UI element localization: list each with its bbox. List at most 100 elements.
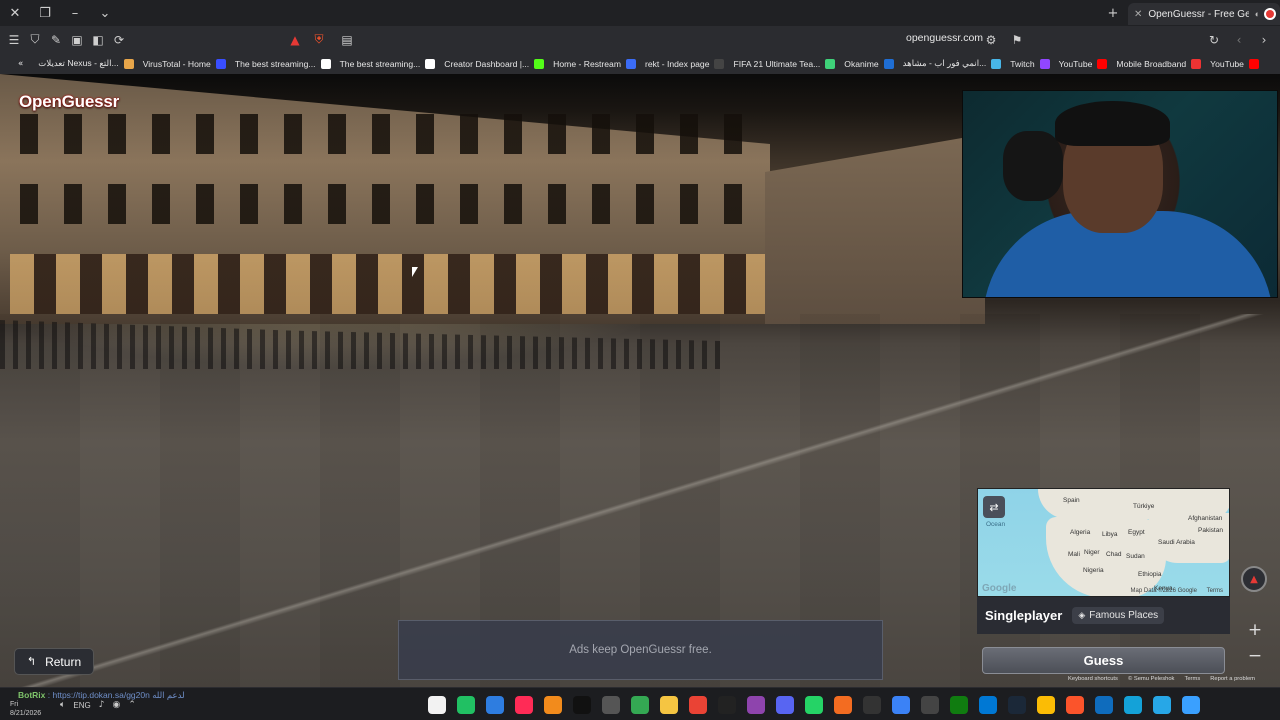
map-category-badge[interactable]: ◈ Famous Places [1072,607,1165,624]
map-label: Afghanistan [1188,515,1223,522]
reload-icon[interactable]: ↻ [1204,26,1224,53]
bookmark-item[interactable]: The best streaming... [339,58,436,69]
tray-overflow-icon[interactable]: ⌃ [128,700,136,710]
game-info-bar: Singleplayer ◈ Famous Places [977,597,1230,634]
tab-openguessr[interactable]: ✕ OpenGuessr - Free GeoGuess ◐ [1128,3,1280,25]
bookmarks-overflow-icon[interactable]: « [18,59,23,69]
zoom-out-icon[interactable]: − [1245,646,1265,666]
sync-icon[interactable]: ⟳ [109,26,129,53]
map-settings-icon[interactable]: ⇄ [983,496,1005,518]
guess-button[interactable]: Guess [982,647,1225,674]
openguessr-logo[interactable]: OpenGuessr [19,92,119,112]
h-app-icon[interactable] [544,696,562,714]
bookmark-item[interactable]: Okanime [844,58,894,69]
reader-mode-icon[interactable]: ▤ [337,26,357,53]
sidebar-icon[interactable]: ◧ [88,26,108,53]
botrix-message: : https://tip.dokan.sa/gg20n لدعم الله [47,690,185,700]
restore-window-icon[interactable]: ❐ [30,0,60,26]
volume-icon[interactable]: 🔈︎ [60,700,65,710]
discord-app-icon[interactable] [776,696,794,714]
bookmark-favicon-icon [883,58,894,69]
wallet-icon[interactable]: ▣ [67,26,87,53]
return-button[interactable]: ↰ Return [14,648,94,675]
bookmark-item[interactable]: تعديلات Nexus - التع... [38,58,134,69]
address-bar[interactable]: openguessr.com [906,32,983,44]
upper-windows [20,114,760,154]
keyboard-shortcuts-link[interactable]: Keyboard shortcuts [1068,676,1118,682]
bookmark-icon[interactable]: ⚑ [1007,26,1027,53]
brush-app-icon[interactable] [602,696,620,714]
orange-app-icon[interactable] [834,696,852,714]
file-app-icon[interactable] [428,696,446,714]
tab-list-icon[interactable]: ⌄ [90,0,120,26]
monitor-app-icon[interactable] [892,696,910,714]
bookmark-item[interactable]: VirusTotal - Home [143,58,226,69]
chrome-app-3-icon[interactable] [1037,696,1055,714]
guess-minimap[interactable]: Ocean Spain Türkiye Afghanistan Pakistan… [977,488,1230,597]
shield-icon[interactable]: ⛉ [25,26,45,53]
capcut-app-icon[interactable] [718,696,736,714]
menu-icon[interactable]: ☰ [4,26,24,53]
new-tab-icon[interactable]: + [1098,0,1128,26]
brave-shield-icon[interactable]: ⛨ [309,26,329,53]
ad-placeholder: Ads keep OpenGuessr free. [398,620,883,680]
bookmark-item[interactable]: FIFA 21 Ultimate Tea... [733,58,836,69]
purple-app-icon[interactable] [747,696,765,714]
street-view-panorama[interactable]: OpenGuessr ↰ Return Ads keep OpenGuessr … [0,74,1280,687]
bookmark-item[interactable]: Mobile Broadband [1116,58,1202,69]
blue-app-icon[interactable] [486,696,504,714]
outlook-app-icon[interactable] [1095,696,1113,714]
bookmark-item[interactable]: Home - Restream [553,58,636,69]
mic-icon[interactable]: ♪ [99,700,105,710]
bookmark-item[interactable]: Twitch [1010,58,1050,69]
whatsapp-app-icon[interactable] [805,696,823,714]
telegram-app-icon[interactable] [1153,696,1171,714]
report-problem-link[interactable]: Report a problem [1210,676,1255,682]
bookmark-label: The best streaming... [339,58,421,69]
tab-close-icon[interactable]: ✕ [1134,9,1142,20]
language-indicator[interactable]: ENG [73,701,90,710]
clock[interactable]: Fri 8/21/2026 [10,700,41,718]
xbox-app-icon[interactable] [950,696,968,714]
zoom-in-icon[interactable]: + [1245,620,1265,640]
steam-app-icon[interactable] [1008,696,1026,714]
browser-titlebar: ✕ ❐ – ⌄ + ✕ OpenGuessr - Free GeoGuess ◐ [0,0,1280,26]
brave-rewards-icon[interactable]: ▲ [285,26,305,53]
bookmark-item[interactable]: Creator Dashboard |... [444,58,545,69]
chrome-app-icon[interactable] [631,696,649,714]
tab-audio-icon[interactable]: ◐ [1255,9,1260,19]
bookmark-item[interactable]: rekt - Index page [645,58,725,69]
obs-app-icon[interactable] [921,696,939,714]
green-app-icon[interactable] [457,696,475,714]
close-window-icon[interactable]: ✕ [0,0,30,26]
folder-app-icon[interactable] [660,696,678,714]
bookmark-item[interactable]: YouTube [1059,58,1108,69]
minimize-window-icon[interactable]: – [60,0,90,26]
bookmark-item[interactable]: YouTube [1210,58,1259,69]
settings-app-icon[interactable] [979,696,997,714]
bookmark-favicon-icon [991,58,1002,69]
map-data-credit: Map Data ©2026 Google [1130,588,1197,594]
map-label: Mali [1068,551,1080,558]
side-building [765,134,985,324]
windows-app-icon[interactable] [1182,696,1200,714]
forward-icon[interactable]: › [1254,26,1274,53]
terms-link[interactable]: Terms [1184,676,1200,682]
bookmark-favicon-icon [1191,58,1202,69]
map-label: Chad [1106,551,1122,558]
bookmark-item[interactable]: The best streaming... [235,58,331,69]
dark-app-icon[interactable] [863,696,881,714]
tiktok-app-icon[interactable] [515,696,533,714]
compass-icon[interactable]: ▲ [1241,566,1267,592]
brave-app-icon[interactable] [1066,696,1084,714]
extensions-icon[interactable]: ✎ [46,26,66,53]
back-icon[interactable]: ‹ [1229,26,1249,53]
map-label: Sudan [1126,553,1145,560]
chrome-app-2-icon[interactable] [689,696,707,714]
network-icon[interactable]: ◉ [113,700,121,710]
map-terms-link[interactable]: Terms [1207,588,1223,594]
edge-app-icon[interactable] [1124,696,1142,714]
tiktok-app-2-icon[interactable] [573,696,591,714]
bookmark-item[interactable]: انمي فور اب - مشاهد... [903,58,1002,69]
site-settings-icon[interactable]: ⚙ [981,26,1001,53]
